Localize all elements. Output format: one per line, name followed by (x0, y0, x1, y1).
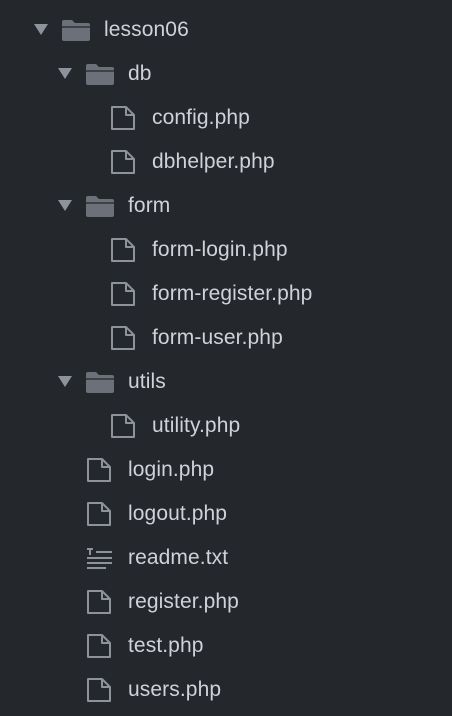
folder-icon (84, 61, 116, 87)
tree-file-config-php[interactable]: config.php (0, 96, 452, 140)
tree-file-users-php[interactable]: users.php (0, 668, 452, 712)
chevron-down-icon[interactable] (58, 200, 72, 211)
tree-file-form-user-php[interactable]: form-user.php (0, 316, 452, 360)
tree-folder-lesson06[interactable]: lesson06 (0, 8, 452, 52)
text-file-icon (84, 545, 116, 571)
tree-file-form-login-php[interactable]: form-login.php (0, 228, 452, 272)
file-icon (84, 457, 116, 483)
tree-item-label: test.php (128, 634, 204, 657)
file-icon (108, 413, 140, 439)
folder-icon (84, 193, 116, 219)
tree-item-label: users.php (128, 678, 222, 701)
chevron-down-icon[interactable] (58, 376, 72, 387)
tree-item-label: logout.php (128, 502, 228, 525)
tree-file-utility-php[interactable]: utility.php (0, 404, 452, 448)
tree-item-label: utility.php (152, 414, 241, 437)
file-icon (108, 105, 140, 131)
tree-item-label: lesson06 (104, 18, 189, 41)
tree-folder-form[interactable]: form (0, 184, 452, 228)
tree-item-label: form-register.php (152, 282, 313, 305)
tree-folder-db[interactable]: db (0, 52, 452, 96)
tree-file-form-register-php[interactable]: form-register.php (0, 272, 452, 316)
tree-item-label: utils (128, 370, 166, 393)
file-icon (108, 149, 140, 175)
file-icon (84, 501, 116, 527)
tree-item-label: readme.txt (128, 546, 229, 569)
tree-item-label: db (128, 62, 152, 85)
tree-file-register-php[interactable]: register.php (0, 580, 452, 624)
folder-icon (60, 17, 92, 43)
tree-file-dbhelper-php[interactable]: dbhelper.php (0, 140, 452, 184)
tree-file-login-php[interactable]: login.php (0, 448, 452, 492)
tree-file-logout-php[interactable]: logout.php (0, 492, 452, 536)
file-icon (108, 325, 140, 351)
tree-item-label: login.php (128, 458, 215, 481)
file-icon (84, 677, 116, 703)
file-icon (84, 589, 116, 615)
tree-folder-utils[interactable]: utils (0, 360, 452, 404)
file-icon (108, 281, 140, 307)
folder-icon (84, 369, 116, 395)
file-icon (84, 633, 116, 659)
file-tree: lesson06 db config.php dbhelper.php form (0, 0, 452, 716)
tree-file-readme-txt[interactable]: readme.txt (0, 536, 452, 580)
tree-item-label: form-login.php (152, 238, 288, 261)
chevron-down-icon[interactable] (34, 24, 48, 35)
tree-item-label: form (128, 194, 171, 217)
tree-item-label: form-user.php (152, 326, 283, 349)
tree-file-test-php[interactable]: test.php (0, 624, 452, 668)
tree-item-label: dbhelper.php (152, 150, 275, 173)
file-icon (108, 237, 140, 263)
chevron-down-icon[interactable] (58, 68, 72, 79)
tree-item-label: config.php (152, 106, 250, 129)
tree-item-label: register.php (128, 590, 239, 613)
